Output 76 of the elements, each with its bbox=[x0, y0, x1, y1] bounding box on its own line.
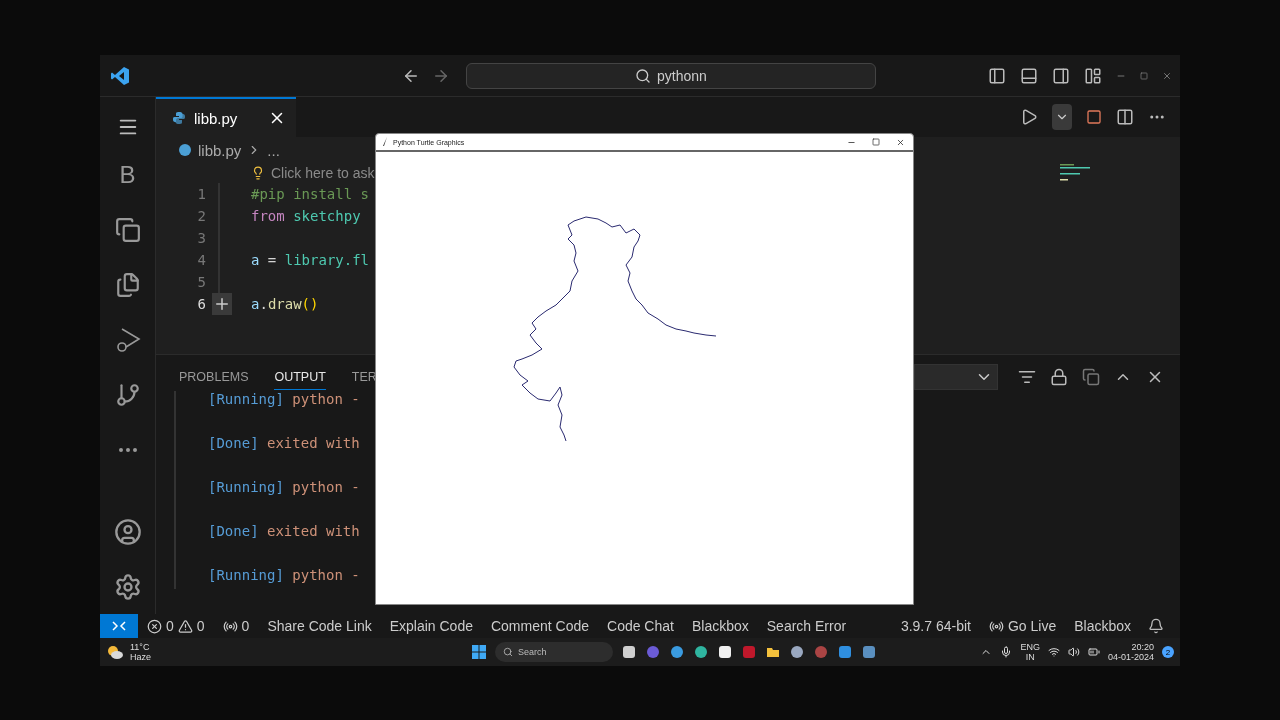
ai-hint-text[interactable]: Click here to ask bbox=[271, 165, 375, 181]
close-icon[interactable] bbox=[1162, 70, 1172, 81]
customize-layout-icon[interactable] bbox=[1084, 66, 1102, 85]
clock-date[interactable]: 04-01-2024 bbox=[1107, 652, 1154, 662]
task-view-icon[interactable] bbox=[621, 644, 637, 660]
clock-time[interactable]: 20:20 bbox=[1131, 642, 1154, 652]
app-logo-icon bbox=[110, 65, 130, 86]
ports-indicator[interactable]: 0 bbox=[213, 618, 259, 634]
go-live-button[interactable]: Go Live bbox=[979, 618, 1066, 634]
status-item[interactable]: Blackbox bbox=[1065, 618, 1140, 634]
output-line: [Done] exited with bbox=[208, 435, 361, 453]
status-item[interactable]: Explain Code bbox=[380, 618, 482, 634]
status-item[interactable]: Blackbox bbox=[682, 618, 758, 634]
output-line: [Running] python - bbox=[208, 391, 361, 409]
region-text[interactable]: IN bbox=[1025, 652, 1035, 662]
source-control-icon[interactable] bbox=[114, 381, 141, 408]
python-version[interactable]: 3.9.7 64-bit bbox=[891, 618, 980, 634]
problems-indicator[interactable]: 0 0 bbox=[138, 618, 214, 634]
breadcrumb-more[interactable]: ... bbox=[267, 141, 280, 159]
maximize-icon[interactable] bbox=[872, 137, 880, 146]
volume-icon[interactable] bbox=[1067, 646, 1080, 658]
clear-output-icon[interactable] bbox=[1018, 368, 1036, 386]
breadcrumb-file[interactable]: libb.py bbox=[198, 141, 242, 159]
run-icon[interactable] bbox=[1020, 108, 1038, 126]
output-line: [Done] exited with bbox=[208, 523, 361, 541]
output-line: [Running] python - bbox=[208, 567, 361, 585]
account-icon[interactable] bbox=[113, 517, 142, 546]
line-number: 5 bbox=[196, 274, 206, 290]
temperature-text: 11°C bbox=[130, 642, 151, 652]
microphone-icon[interactable] bbox=[1000, 646, 1013, 658]
status-item[interactable]: Code Chat bbox=[598, 618, 683, 634]
open-in-editor-icon[interactable] bbox=[1082, 368, 1100, 386]
search-icon bbox=[635, 67, 652, 84]
feather-icon bbox=[382, 137, 388, 147]
explorer-icon[interactable] bbox=[114, 216, 141, 243]
panel-tab[interactable]: PROBLEMS bbox=[179, 364, 249, 390]
command-search-field[interactable]: pythonn bbox=[466, 62, 876, 89]
settings-icon[interactable] bbox=[113, 572, 142, 601]
status-item[interactable]: Search Error bbox=[757, 618, 856, 634]
panel-tab[interactable]: OUTPUT bbox=[274, 364, 326, 390]
output-line: [Running] python - bbox=[208, 479, 361, 497]
line-number: 6 bbox=[196, 296, 206, 312]
code-line: a = library.fl bbox=[251, 252, 370, 268]
lightbulb-icon bbox=[251, 166, 265, 180]
toggle-sidebar-icon[interactable] bbox=[988, 66, 1006, 85]
status-item[interactable]: Comment Code bbox=[481, 618, 598, 634]
wifi-icon[interactable] bbox=[1047, 646, 1060, 658]
split-editor-icon[interactable] bbox=[1116, 108, 1134, 126]
close-icon[interactable] bbox=[896, 137, 905, 147]
battery-icon[interactable] bbox=[1087, 646, 1100, 658]
code-line: from sketchpy bbox=[251, 208, 361, 224]
status-item[interactable]: Share Code Link bbox=[258, 618, 381, 634]
code-line: #pip install s bbox=[251, 186, 369, 202]
line-number: 1 bbox=[196, 186, 206, 202]
search-icon bbox=[503, 647, 513, 657]
lock-icon[interactable] bbox=[1050, 368, 1068, 386]
line-number: 4 bbox=[196, 252, 206, 268]
language-text[interactable]: ENG bbox=[1020, 642, 1040, 652]
error-icon bbox=[147, 618, 162, 634]
warning-icon bbox=[177, 618, 193, 634]
toggle-panel-icon[interactable] bbox=[1020, 66, 1038, 85]
run-options-dropdown[interactable] bbox=[1052, 104, 1072, 130]
extension-letter[interactable]: B bbox=[119, 160, 136, 189]
notification-badge[interactable]: 2 bbox=[1162, 646, 1174, 658]
stop-icon[interactable] bbox=[1086, 109, 1102, 125]
toggle-secondary-sidebar-icon[interactable] bbox=[1052, 66, 1070, 85]
line-number: 3 bbox=[196, 230, 206, 246]
weather-icon bbox=[106, 644, 124, 660]
start-icon[interactable] bbox=[471, 644, 487, 660]
line-number: 2 bbox=[196, 208, 206, 224]
editor-tab[interactable]: libb.py bbox=[156, 97, 296, 137]
add-icon[interactable] bbox=[212, 293, 232, 315]
code-line: a.draw() bbox=[251, 296, 319, 312]
files-icon[interactable] bbox=[114, 271, 141, 298]
weather-text: Haze bbox=[130, 652, 151, 662]
taskbar-search-field[interactable]: Search bbox=[495, 642, 613, 662]
